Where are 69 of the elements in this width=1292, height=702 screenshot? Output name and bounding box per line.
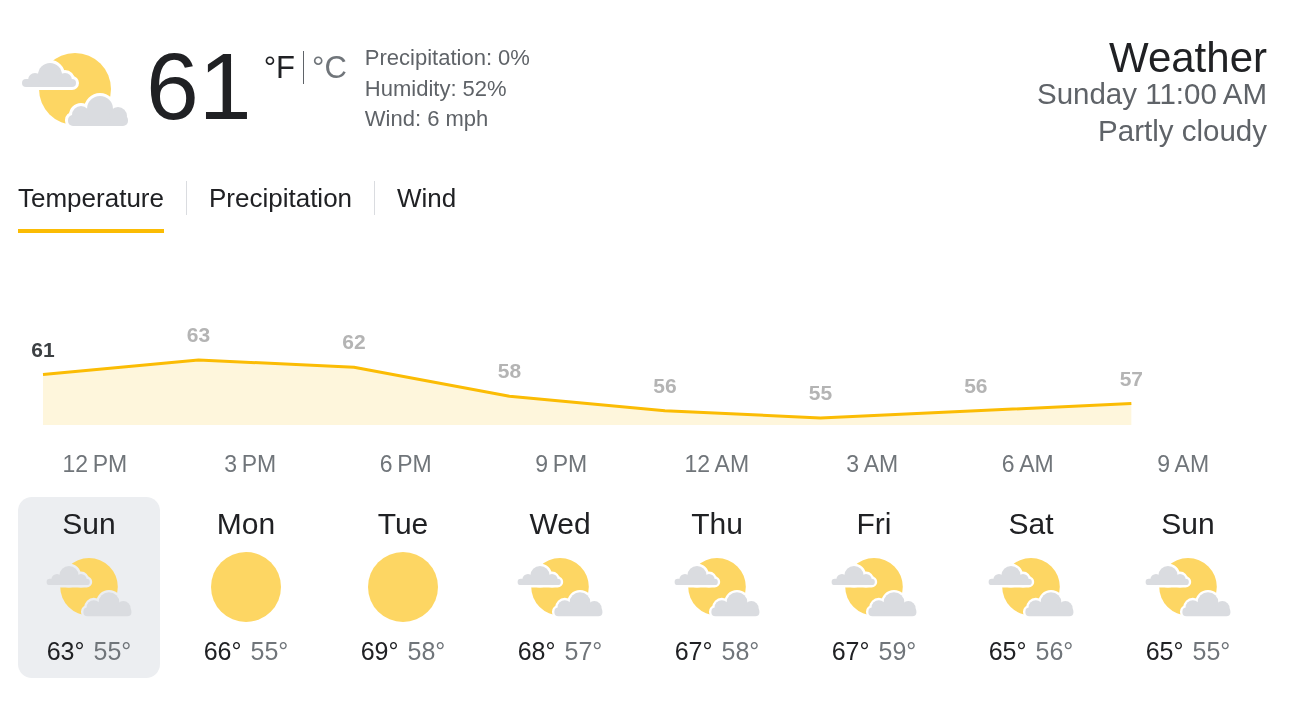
data-label: 57 — [1119, 366, 1144, 390]
tab[interactable]: Temperature — [18, 183, 164, 233]
axis-label: 6 AM — [1001, 451, 1054, 477]
axis-label: 6 PM — [379, 451, 432, 477]
day-name: Fri — [856, 507, 892, 541]
date-time: Sunday 11:00 AM — [1036, 76, 1267, 112]
weather-detail: Precipitation: 0% — [364, 44, 530, 72]
day-name: Thu — [691, 507, 743, 541]
day-card[interactable]: Tue 69° 58° — [332, 497, 474, 678]
low-temperature: 58° — [407, 636, 446, 666]
weather-detail: Wind: 6 mph — [364, 105, 490, 133]
unit-option[interactable]: °F — [263, 52, 295, 83]
low-temperature: 55° — [93, 636, 132, 666]
data-label: 61 — [31, 337, 55, 361]
day-name: Wed — [529, 507, 591, 541]
data-label: 55 — [808, 381, 833, 404]
high-temperature: 67° — [674, 636, 713, 666]
axis-label: 9 PM — [535, 451, 588, 477]
low-temperature: 59° — [878, 636, 917, 666]
sun-icon — [211, 552, 281, 622]
axis-label: 9 AM — [1157, 451, 1210, 477]
low-temperature: 56° — [1035, 636, 1074, 666]
high-temperature: 63° — [46, 636, 85, 666]
high-temperature: 65° — [1145, 636, 1184, 666]
unit-option[interactable]: °C — [312, 52, 347, 83]
tab[interactable]: Wind — [397, 183, 457, 233]
partly-cloudy-icon — [45, 557, 133, 617]
sun-icon — [368, 552, 438, 622]
data-label: 56 — [653, 373, 677, 397]
weather-title: Weather — [1108, 41, 1267, 75]
day-card[interactable]: Wed 68° 57° — [489, 497, 631, 678]
condition-text: Partly cloudy — [1097, 113, 1267, 149]
data-label: 62 — [342, 330, 366, 354]
day-card[interactable]: Fri 67° 59° — [803, 497, 945, 678]
day-name: Tue — [377, 507, 429, 541]
day-name: Sun — [1161, 507, 1215, 541]
high-temperature: 67° — [831, 636, 870, 666]
day-card[interactable]: Sat 65° 56° — [960, 497, 1102, 678]
partly-cloudy-icon — [987, 557, 1075, 617]
low-temperature: 55° — [1192, 636, 1231, 666]
partly-cloudy-icon — [673, 557, 761, 617]
axis-label: 12 PM — [62, 451, 128, 477]
high-temperature: 66° — [203, 636, 242, 666]
day-card[interactable]: Mon 66° 55° — [175, 497, 317, 678]
data-label: 58 — [497, 359, 522, 383]
data-label: 63 — [186, 323, 211, 346]
partly-cloudy-icon — [830, 557, 918, 617]
axis-label: 3 AM — [846, 451, 899, 477]
day-name: Sun — [62, 507, 116, 541]
tab[interactable]: Precipitation — [208, 183, 353, 233]
axis-label: 12 AM — [684, 451, 750, 477]
data-label: 56 — [964, 373, 988, 397]
partly-cloudy-icon — [20, 53, 130, 127]
low-temperature: 58° — [721, 636, 760, 666]
day-card[interactable]: Sun 63° 55° — [18, 497, 160, 678]
current-temperature: 61 — [146, 39, 252, 134]
high-temperature: 68° — [517, 636, 556, 666]
axis-label: 3 PM — [224, 451, 277, 477]
high-temperature: 65° — [988, 636, 1027, 666]
low-temperature: 57° — [564, 636, 603, 666]
high-temperature: 69° — [360, 636, 399, 666]
day-card[interactable]: Sun 65° 55° — [1117, 497, 1259, 678]
partly-cloudy-icon — [516, 557, 604, 617]
day-name: Sat — [1008, 507, 1054, 541]
day-card[interactable]: Thu 67° 58° — [646, 497, 788, 678]
low-temperature: 55° — [250, 636, 289, 666]
partly-cloudy-icon — [1144, 557, 1232, 617]
day-name: Mon — [216, 507, 276, 541]
weather-detail: Humidity: 52% — [364, 74, 508, 103]
